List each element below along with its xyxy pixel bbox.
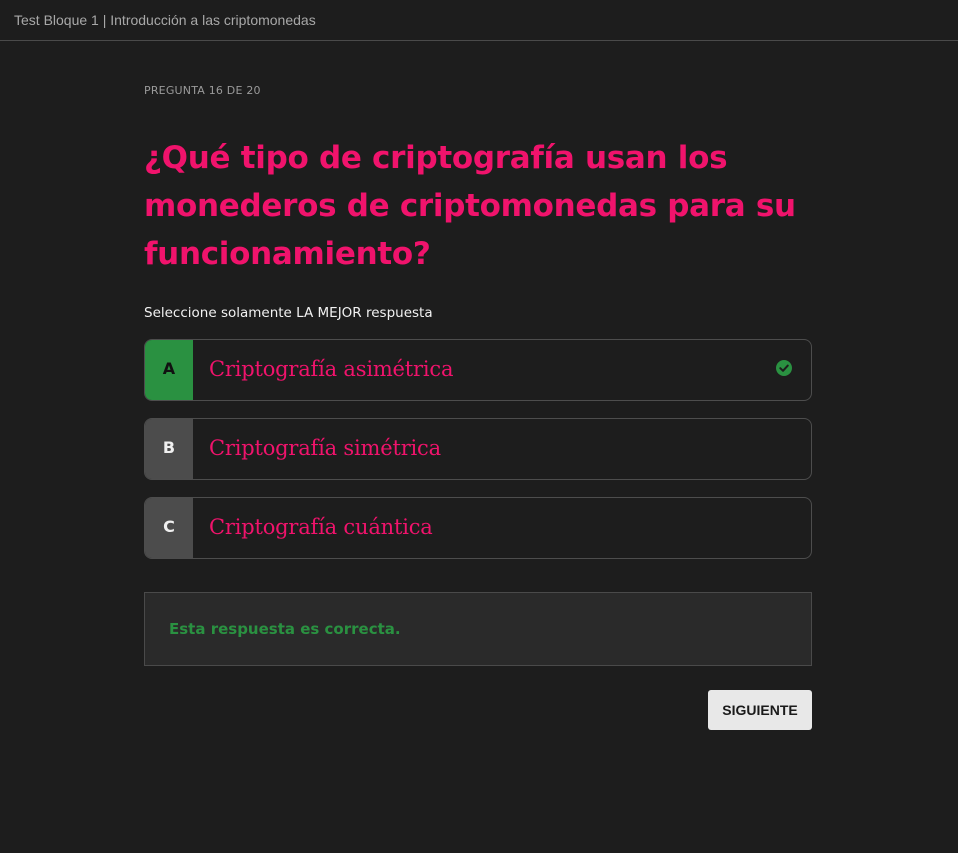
- option-label: Criptografía cuántica: [209, 515, 433, 539]
- question-counter: PREGUNTA 16 DE 20: [144, 84, 261, 97]
- option-b[interactable]: B Criptografía simétrica: [144, 418, 812, 480]
- option-letter: A: [145, 340, 193, 400]
- option-label: Criptografía simétrica: [209, 436, 441, 460]
- page-title: Test Bloque 1 | Introducción a las cript…: [14, 12, 316, 28]
- option-label: Criptografía asimétrica: [209, 357, 454, 381]
- option-letter: B: [145, 419, 193, 479]
- next-button[interactable]: SIGUIENTE: [708, 690, 812, 730]
- feedback-message: Esta respuesta es correcta.: [169, 620, 401, 638]
- feedback-box: Esta respuesta es correcta.: [144, 592, 812, 666]
- option-letter: C: [145, 498, 193, 558]
- check-circle-icon: [776, 360, 792, 376]
- title-bar: Test Bloque 1 | Introducción a las cript…: [0, 0, 958, 41]
- option-a[interactable]: A Criptografía asimétrica: [144, 339, 812, 401]
- option-c[interactable]: C Criptografía cuántica: [144, 497, 812, 559]
- question-text: ¿Qué tipo de criptografía usan los moned…: [144, 140, 796, 272]
- instruction-text: Seleccione solamente LA MEJOR respuesta: [144, 305, 433, 321]
